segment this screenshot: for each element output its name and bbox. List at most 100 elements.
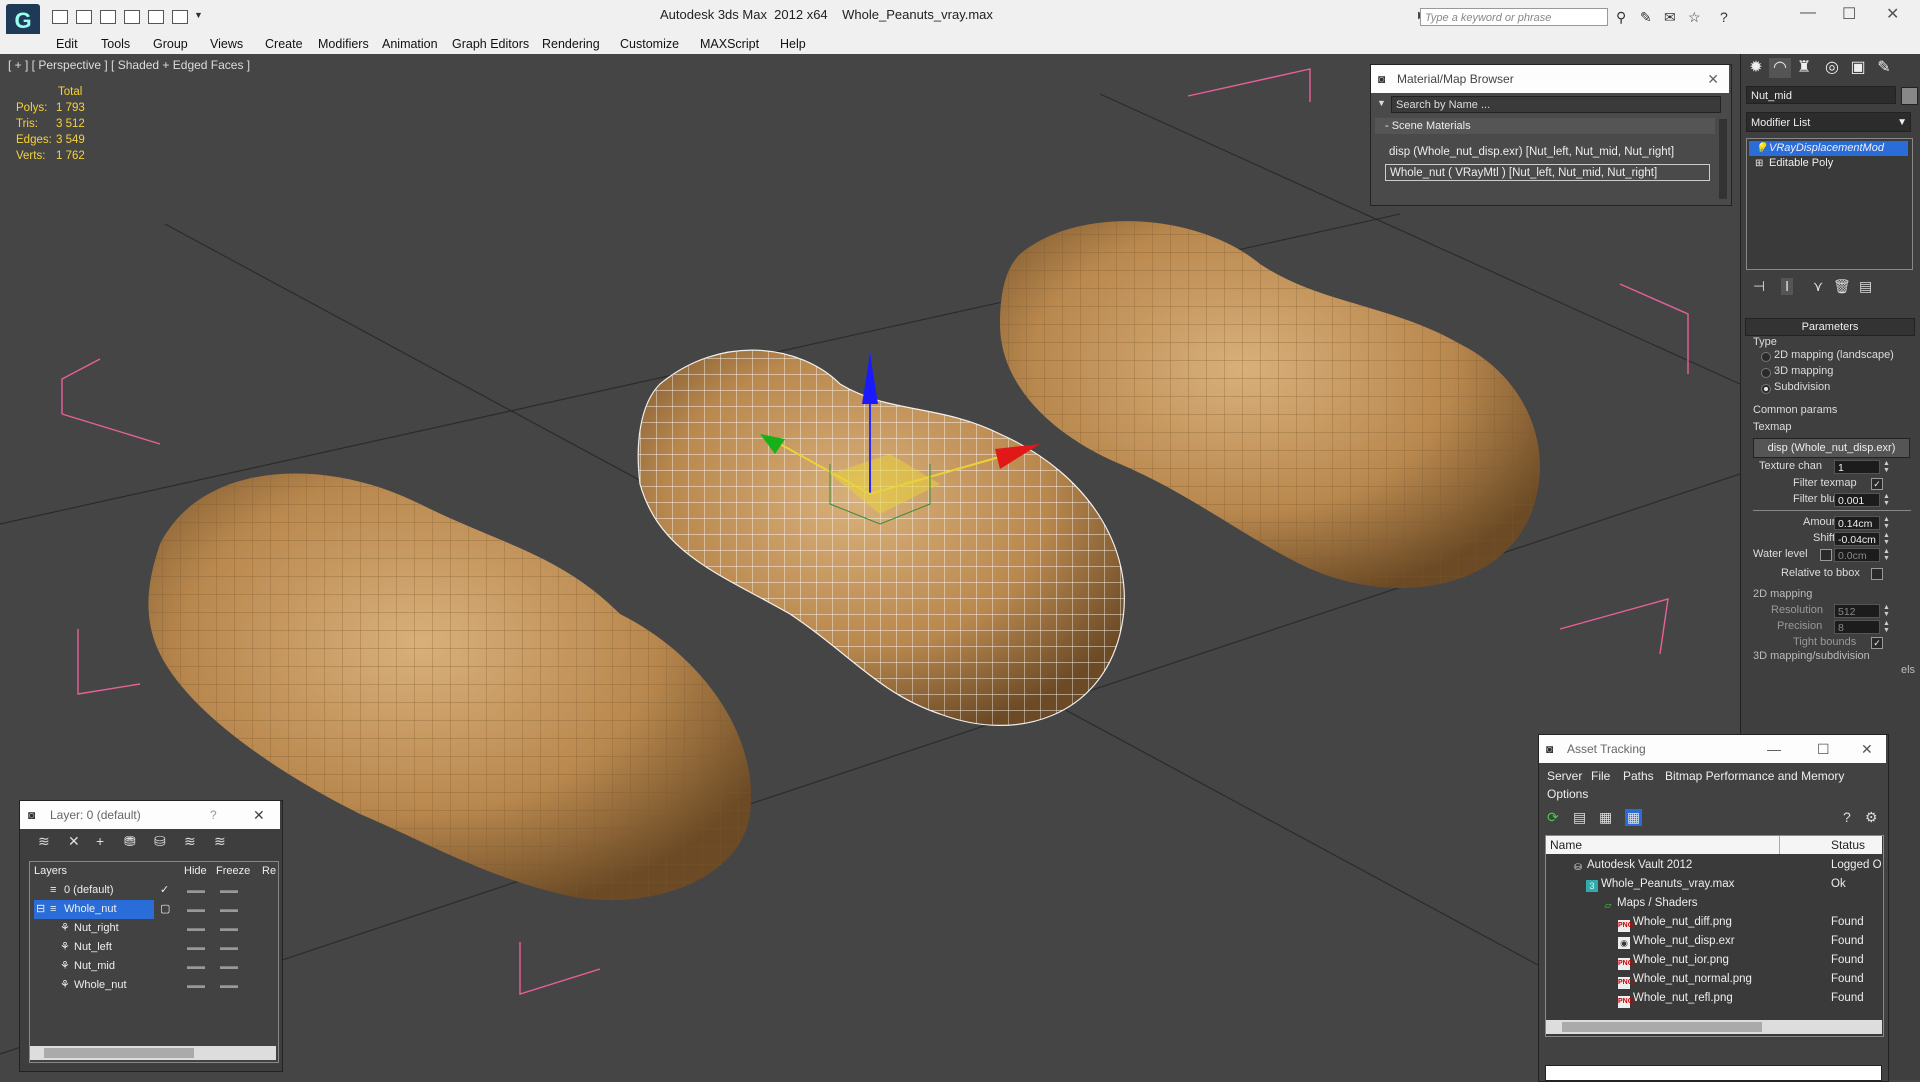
collapse-icon[interactable]: ⊟ [36, 900, 45, 919]
menu-group[interactable]: Group [153, 37, 188, 51]
project-folder-icon[interactable] [172, 10, 188, 24]
add-to-layer-icon[interactable]: + [96, 833, 104, 849]
redo-icon[interactable] [148, 10, 164, 24]
modify-tab-icon[interactable]: ◠ [1769, 58, 1791, 78]
resolution-spinner[interactable]: 512 [1834, 604, 1880, 618]
layer-row-selected[interactable]: ⊟ ≡ Whole_nut ▢ ▬▬ ▬▬ [30, 900, 276, 919]
lightbulb-icon[interactable]: 💡 [1755, 141, 1767, 156]
show-end-result-icon[interactable]: Ⅰ [1781, 278, 1794, 295]
layer-object-row[interactable]: ⚘ Nut_right ▬▬ ▬▬ [30, 919, 276, 938]
menu-edit[interactable]: Edit [56, 37, 78, 51]
thumbnail-view-icon[interactable]: ▦ [1599, 809, 1612, 826]
close-icon[interactable]: ✕ [1861, 735, 1873, 763]
object-color-swatch[interactable] [1901, 87, 1918, 105]
precision-spinner[interactable]: 8 [1834, 620, 1880, 634]
subscription-icon[interactable]: ✎ [1640, 9, 1652, 26]
modifier-list-dropdown[interactable]: Modifier List ▼ [1746, 112, 1911, 132]
delete-layer-icon[interactable]: ✕ [68, 833, 80, 850]
list-view-icon[interactable]: ▤ [1573, 809, 1586, 826]
viewport-label[interactable]: [ + ] [ Perspective ] [ Shaded + Edged F… [8, 58, 250, 72]
keyword-search-input[interactable]: Type a keyword or phrase [1420, 8, 1608, 26]
amount-spinner[interactable]: 0.14cm [1834, 516, 1880, 530]
configure-modifier-sets-icon[interactable]: ▤ [1859, 278, 1872, 295]
hierarchy-tab-icon[interactable]: ♜ [1793, 58, 1815, 78]
spinner-arrows-icon[interactable]: ▲ ▼ [1883, 532, 1890, 546]
asset-row[interactable]: ⛁ Autodesk Vault 2012 Logged O [1546, 856, 1882, 875]
asset-row[interactable]: PNGWhole_nut_ior.png Found [1546, 951, 1882, 970]
help-icon[interactable]: ? [1843, 809, 1851, 825]
material-search-input[interactable]: Search by Name ... [1391, 96, 1721, 113]
column-header-render[interactable]: Re [262, 862, 276, 880]
minimize-icon[interactable]: — [1800, 4, 1816, 22]
relative-bbox-checkbox[interactable] [1871, 568, 1883, 580]
close-icon[interactable]: ✕ [1707, 65, 1719, 93]
help-icon[interactable]: ? [1720, 9, 1728, 25]
spinner-arrows-icon[interactable]: ▲ ▼ [1883, 516, 1890, 530]
material-row[interactable]: disp (Whole_nut_disp.exr) [Nut_left, Nut… [1385, 144, 1710, 161]
material-row-selected[interactable]: Whole_nut ( VRayMtl ) [Nut_left, Nut_mid… [1385, 164, 1710, 181]
menu-modifiers[interactable]: Modifiers [318, 37, 369, 51]
current-layer-check-icon[interactable]: ✓ [160, 881, 169, 900]
asset-row[interactable]: PNGWhole_nut_diff.png Found [1546, 913, 1882, 932]
layer-object-row[interactable]: ⚘ Whole_nut ▬▬ ▬▬ [30, 976, 276, 995]
radio-subdivision[interactable] [1761, 384, 1771, 394]
motion-tab-icon[interactable]: ◎ [1821, 58, 1843, 78]
create-layer-icon[interactable]: ≋ [38, 833, 50, 850]
scene-materials-section[interactable]: - Scene Materials [1375, 118, 1715, 134]
water-level-checkbox[interactable] [1820, 549, 1832, 561]
menu-options[interactable]: Options [1547, 787, 1588, 801]
settings-icon[interactable]: ⚙ [1865, 809, 1878, 826]
utilities-tab-icon[interactable]: ✎ [1873, 58, 1895, 78]
stack-item-editable-poly[interactable]: ⊞ Editable Poly [1749, 156, 1908, 171]
shift-spinner[interactable]: -0.04cm [1834, 532, 1880, 546]
menu-graph-editors[interactable]: Graph Editors [452, 37, 529, 51]
table-view-icon[interactable]: ▦ [1625, 809, 1643, 826]
spinner-arrows-icon[interactable]: ▲ ▼ [1883, 460, 1890, 474]
options-dropdown-icon[interactable]: ▼ [1377, 98, 1386, 108]
filter-texmap-checkbox[interactable]: ✓ [1871, 478, 1883, 490]
column-header-hide[interactable]: Hide [184, 862, 207, 880]
horizontal-scrollbar[interactable] [30, 1046, 276, 1060]
hide-all-icon[interactable]: ≋ [184, 833, 196, 850]
app-logo-icon[interactable]: G [6, 4, 40, 38]
radio-2d-mapping[interactable] [1761, 352, 1771, 362]
undo-icon[interactable] [124, 10, 140, 24]
menu-bitmap-performance[interactable]: Bitmap Performance and Memory [1665, 769, 1844, 783]
menu-paths[interactable]: Paths [1623, 769, 1654, 783]
asset-tracking-titlebar[interactable]: ◙ Asset Tracking — ☐ ✕ [1539, 735, 1886, 763]
filter-blur-spinner[interactable]: 0.001 [1834, 493, 1880, 507]
freeze-all-icon[interactable]: ≋ [214, 833, 226, 850]
menu-animation[interactable]: Animation [382, 37, 438, 51]
maximize-icon[interactable]: ☐ [1817, 735, 1830, 763]
object-name-field[interactable]: Nut_mid [1746, 86, 1896, 104]
water-level-spinner[interactable]: 0.0cm [1834, 548, 1880, 562]
remove-modifier-icon[interactable]: 🗑 [1833, 278, 1851, 295]
layer-row[interactable]: ≡ 0 (default) ✓ ▬▬ ▬▬ [30, 881, 276, 900]
asset-row[interactable]: 3 Whole_Peanuts_vray.max Ok [1546, 875, 1882, 894]
texture-chan-spinner[interactable]: 1 [1834, 460, 1880, 474]
highlight-layer-icon[interactable]: ⛁ [154, 833, 166, 850]
expand-plus-icon[interactable]: ⊞ [1755, 156, 1763, 171]
favorites-star-icon[interactable]: ☆ [1688, 9, 1701, 26]
close-icon[interactable]: ✕ [1886, 4, 1899, 24]
column-header-status[interactable]: Status [1831, 838, 1865, 852]
horizontal-scrollbar[interactable] [1546, 1020, 1882, 1034]
parameters-rollout[interactable]: Parameters [1745, 318, 1915, 336]
tight-bounds-checkbox[interactable]: ✓ [1871, 637, 1883, 649]
material-browser-titlebar[interactable]: ◙ Material/Map Browser ✕ [1371, 65, 1729, 93]
open-file-icon[interactable] [76, 10, 92, 24]
close-icon[interactable]: ✕ [253, 801, 265, 829]
asset-row[interactable]: ◉ Whole_nut_disp.exr Found [1546, 932, 1882, 951]
column-header-name[interactable]: Name [1550, 838, 1582, 852]
texmap-button[interactable]: disp (Whole_nut_disp.exr) [1753, 438, 1910, 458]
column-header-freeze[interactable]: Freeze [216, 862, 250, 880]
communication-icon[interactable]: ✉ [1664, 9, 1676, 26]
maximize-icon[interactable]: ☐ [1842, 4, 1856, 24]
minimize-icon[interactable]: — [1767, 735, 1781, 763]
layer-dialog-titlebar[interactable]: ◙ Layer: 0 (default) ? ✕ [20, 801, 280, 829]
stack-item-vraydisplacement[interactable]: 💡 VRayDisplacementMod [1749, 141, 1908, 156]
menu-maxscript[interactable]: MAXScript [700, 37, 759, 51]
help-button[interactable]: ? [210, 801, 217, 829]
asset-row[interactable]: PNGWhole_nut_refl.png Found [1546, 989, 1882, 1008]
binoculars-icon[interactable]: ⚲ [1616, 9, 1626, 26]
